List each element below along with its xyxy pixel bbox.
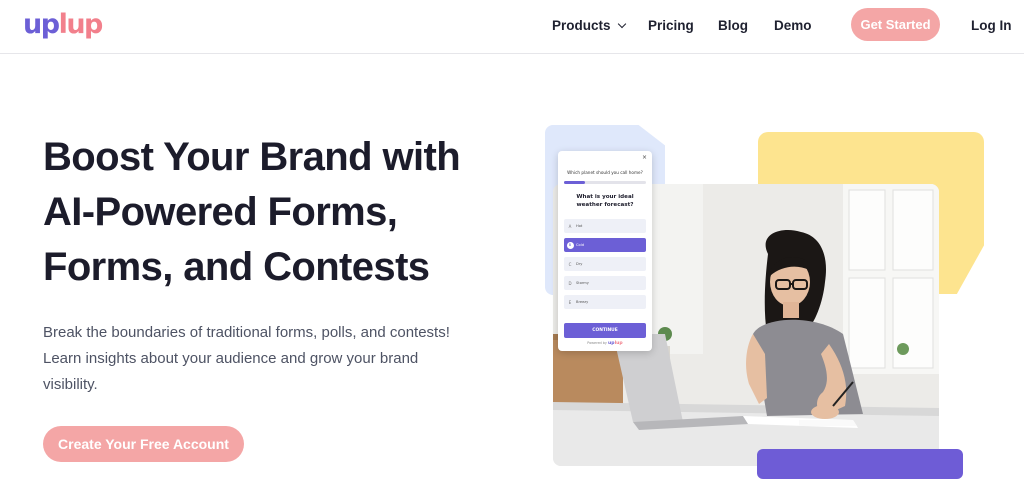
quiz-option[interactable]: A Hot bbox=[564, 219, 646, 233]
quiz-powered-by: Powered by uplup bbox=[558, 341, 652, 346]
decorative-purple-bar bbox=[757, 449, 963, 479]
nav-products[interactable]: Products bbox=[552, 17, 626, 35]
top-navigation: uplup Products Pricing Blog Demo Get Sta… bbox=[0, 0, 1024, 54]
quiz-progress-bar bbox=[564, 181, 646, 184]
hero-title-line: Forms, and Contests bbox=[43, 245, 430, 289]
option-label: Cold bbox=[576, 243, 584, 247]
quiz-option[interactable]: E Breezy bbox=[564, 295, 646, 309]
get-started-button[interactable]: Get Started bbox=[851, 8, 940, 41]
close-icon[interactable]: × bbox=[642, 154, 647, 161]
quiz-option[interactable]: D Stormy bbox=[564, 276, 646, 290]
nav-pricing[interactable]: Pricing bbox=[648, 17, 694, 35]
quiz-widget: × Which planet should you call home? Wha… bbox=[558, 151, 652, 351]
powered-logo-part-lup: lup bbox=[614, 341, 623, 346]
logo-part-lup: lup bbox=[58, 9, 104, 40]
log-in-link[interactable]: Log In bbox=[971, 17, 1012, 35]
option-label: Dry bbox=[576, 262, 583, 266]
create-account-button[interactable]: Create Your Free Account bbox=[43, 426, 244, 462]
uplup-logo[interactable]: uplup bbox=[23, 9, 104, 41]
nav-demo[interactable]: Demo bbox=[774, 17, 812, 35]
quiz-progress-fill bbox=[564, 181, 585, 184]
option-key: E bbox=[568, 299, 572, 305]
quiz-previous-question: Which planet should you call home? bbox=[567, 170, 643, 175]
nav-blog[interactable]: Blog bbox=[718, 17, 748, 35]
option-key: A bbox=[568, 223, 572, 229]
option-key: B bbox=[566, 241, 574, 249]
hero-title: Boost Your Brand with AI-Powered Forms, … bbox=[43, 130, 513, 295]
nav-products-label: Products bbox=[552, 18, 611, 33]
option-label: Hot bbox=[576, 224, 583, 228]
quiz-continue-button[interactable]: CONTINUE bbox=[564, 323, 646, 338]
option-key: D bbox=[568, 280, 572, 286]
powered-by-logo: uplup bbox=[608, 341, 623, 346]
hero-subtitle: Break the boundaries of traditional form… bbox=[43, 324, 450, 393]
option-label: Breezy bbox=[576, 300, 589, 304]
hero-title-line: AI-Powered Forms, bbox=[43, 190, 398, 234]
logo-part-up: up bbox=[23, 9, 60, 40]
chevron-down-icon bbox=[617, 19, 626, 29]
hero-title-line: Boost Your Brand with bbox=[43, 135, 461, 179]
option-label: Stormy bbox=[576, 281, 589, 285]
quiz-option[interactable]: C Dry bbox=[564, 257, 646, 271]
quiz-option-selected[interactable]: B Cold bbox=[564, 238, 646, 252]
quiz-question: What is your ideal weather forecast? bbox=[576, 194, 634, 208]
option-key: C bbox=[568, 261, 572, 267]
powered-by-text: Powered by bbox=[587, 341, 607, 345]
